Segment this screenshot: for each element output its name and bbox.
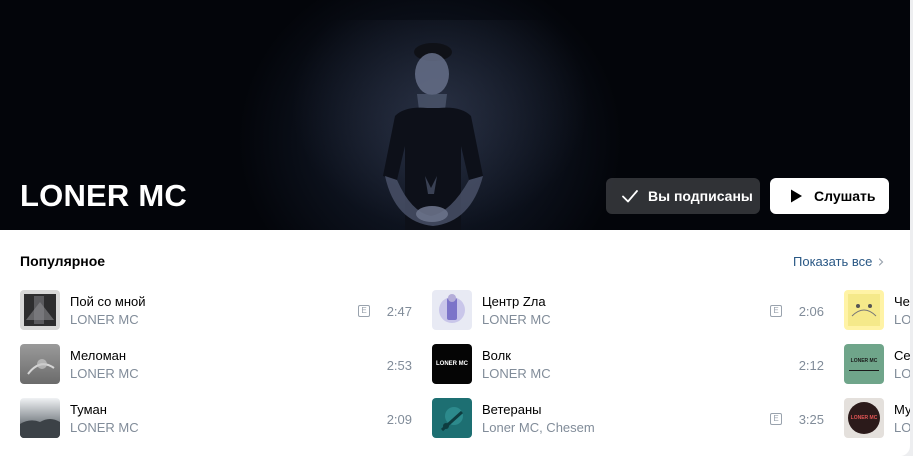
cover-text: LONER MC <box>436 361 468 367</box>
track-row[interactable]: Пой со мной LONER MC E 2:47 <box>20 289 412 331</box>
subscribed-button[interactable]: Вы подписаны <box>606 178 760 214</box>
explicit-badge: E <box>770 305 782 317</box>
track-cover <box>844 290 884 330</box>
track-title: Меломан <box>70 348 127 363</box>
track-cover <box>432 398 472 438</box>
cover-text: LONER MC <box>850 357 878 364</box>
artist-card: LONER MC Вы подписаны Слушать Популярное… <box>0 0 910 456</box>
chevron-right-icon <box>879 257 884 266</box>
track-artist[interactable]: Loner MC, Chesem <box>482 420 595 435</box>
track-cover <box>20 344 60 384</box>
track-duration: 2:53 <box>386 358 412 373</box>
track-artist[interactable]: LONER MC <box>70 420 139 435</box>
explicit-badge: E <box>770 413 782 425</box>
track-row[interactable]: LONER MC Волк LONER MC 2:12 <box>432 343 824 385</box>
track-row[interactable]: Че LO <box>844 289 910 331</box>
track-title: Центр Zла <box>482 294 546 309</box>
track-title: Туман <box>70 402 107 417</box>
checkmark-icon <box>622 190 638 203</box>
artist-photo <box>383 43 483 230</box>
track-artist[interactable]: LONER MC <box>70 312 139 327</box>
artist-banner: LONER MC Вы подписаны Слушать <box>0 0 910 230</box>
track-duration: 2:09 <box>386 412 412 427</box>
track-title: Волк <box>482 348 511 363</box>
track-artist[interactable]: LO <box>894 420 910 435</box>
track-row[interactable]: Центр Zла LONER MC E 2:06 <box>432 289 824 331</box>
cover-text: LONER MC <box>850 415 878 421</box>
track-cover <box>432 290 472 330</box>
track-row[interactable]: LONER MC Му LO <box>844 397 910 439</box>
explicit-badge: E <box>358 305 370 317</box>
track-duration: 2:06 <box>798 304 824 319</box>
track-title: Че <box>894 294 910 309</box>
track-title: Се <box>894 348 910 363</box>
track-artist[interactable]: LO <box>894 312 910 327</box>
track-artist[interactable]: LONER MC <box>482 366 551 381</box>
track-artist[interactable]: LONER MC <box>70 366 139 381</box>
track-duration: 2:12 <box>798 358 824 373</box>
track-artist[interactable]: LONER MC <box>482 312 551 327</box>
show-all-label: Показать все <box>793 254 873 269</box>
track-row[interactable]: LONER MC Се LO <box>844 343 910 385</box>
artist-name: LONER MC <box>20 178 187 213</box>
listen-button[interactable]: Слушать <box>770 178 889 214</box>
track-row[interactable]: Ветераны Loner MC, Chesem E 3:25 <box>432 397 824 439</box>
subscribed-label: Вы подписаны <box>648 188 753 204</box>
track-duration: 3:25 <box>798 412 824 427</box>
track-cover <box>20 398 60 438</box>
track-title: Пой со мной <box>70 294 146 309</box>
play-icon <box>791 189 802 203</box>
section-title-popular: Популярное <box>20 253 106 269</box>
track-duration: 2:47 <box>386 304 412 319</box>
track-cover: LONER MC <box>432 344 472 384</box>
track-cover: LONER MC <box>844 344 884 384</box>
track-artist[interactable]: LO <box>894 366 910 381</box>
track-row[interactable]: Туман LONER MC 2:09 <box>20 397 412 439</box>
track-cover <box>20 290 60 330</box>
track-title: Му <box>894 402 910 417</box>
track-cover: LONER MC <box>844 398 884 438</box>
listen-label: Слушать <box>814 188 876 204</box>
track-row[interactable]: Меломан LONER MC 2:53 <box>20 343 412 385</box>
track-title: Ветераны <box>482 402 542 417</box>
show-all-link[interactable]: Показать все <box>793 254 886 269</box>
